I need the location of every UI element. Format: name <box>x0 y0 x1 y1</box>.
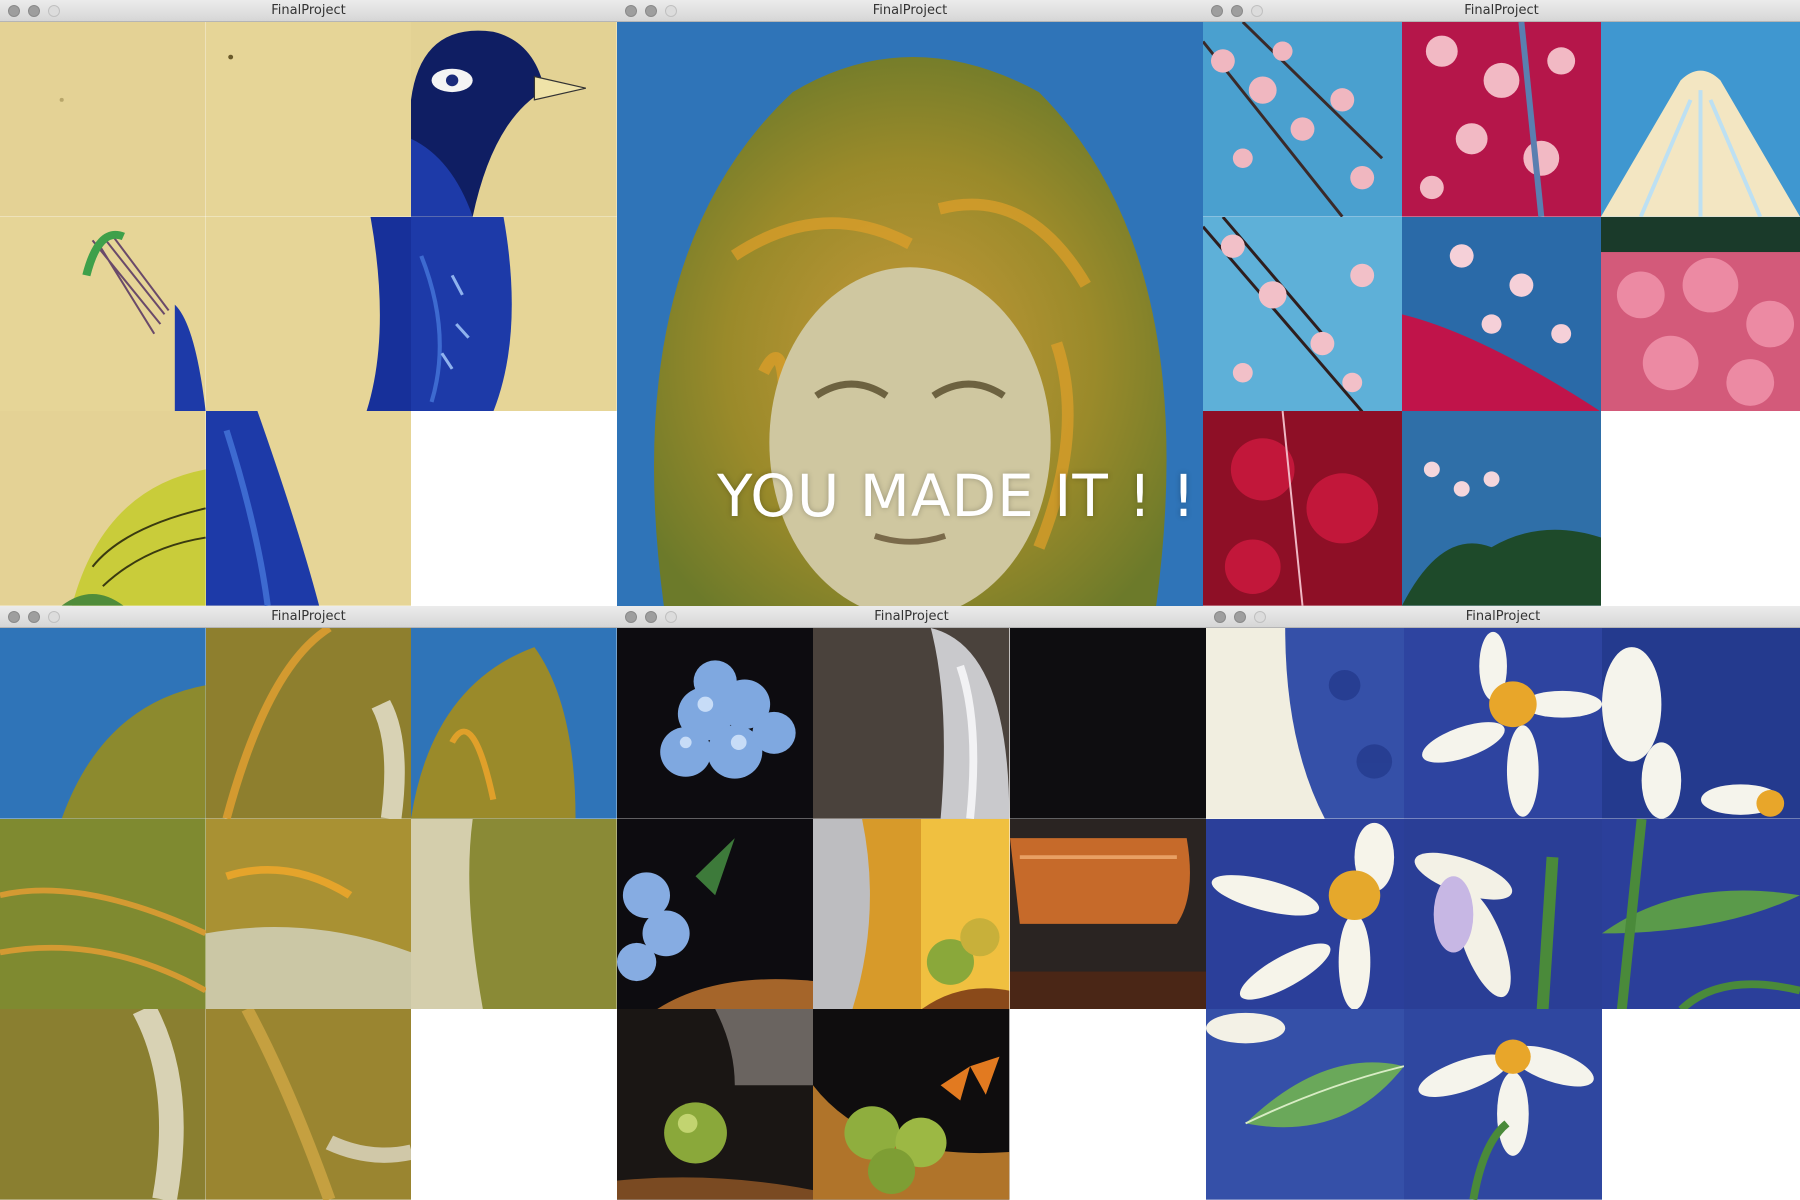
puzzle-tile[interactable] <box>0 22 206 217</box>
window-title: FinalProject <box>271 609 346 624</box>
puzzle-tile[interactable] <box>411 818 617 1010</box>
puzzle-tile[interactable] <box>1404 818 1602 1010</box>
window-title: FinalProject <box>271 3 346 18</box>
puzzle-tile[interactable] <box>0 411 206 606</box>
puzzle-tile[interactable] <box>1203 411 1402 606</box>
puzzle-tile[interactable] <box>1203 22 1402 217</box>
puzzle-tile[interactable] <box>205 216 412 412</box>
empty-slot <box>1602 1009 1800 1200</box>
puzzle-tile[interactable] <box>1402 22 1601 217</box>
title-bar[interactable]: FinalProject <box>617 606 1206 628</box>
solved-image: YOU MADE IT ! ! <box>617 22 1203 606</box>
title-bar[interactable]: FinalProject <box>1203 0 1800 22</box>
puzzle-window-face: FinalProject <box>0 606 617 1200</box>
puzzle-tile[interactable] <box>1203 216 1402 412</box>
window-title: FinalProject <box>872 3 948 18</box>
puzzle-tile[interactable] <box>1009 628 1206 819</box>
puzzle-tile[interactable] <box>205 1009 412 1200</box>
empty-slot <box>411 411 617 606</box>
window-title: FinalProject <box>1465 609 1541 624</box>
title-bar[interactable]: FinalProject <box>617 0 1203 22</box>
puzzle-window-still-life: FinalProject <box>617 606 1206 1200</box>
window-title: FinalProject <box>1464 3 1539 18</box>
puzzle-tile[interactable] <box>0 628 206 819</box>
puzzle-tile[interactable] <box>1206 818 1404 1010</box>
puzzle-tile[interactable] <box>813 818 1010 1010</box>
puzzle-board <box>617 628 1206 1200</box>
puzzle-tile[interactable] <box>205 818 412 1010</box>
puzzle-tile[interactable] <box>0 216 206 412</box>
puzzle-window-face-solved: FinalProject YOU MADE IT ! ! <box>617 0 1203 606</box>
puzzle-tile[interactable] <box>205 628 412 819</box>
puzzle-tile[interactable] <box>1602 628 1800 819</box>
puzzle-tile[interactable] <box>411 22 617 217</box>
puzzle-tile[interactable] <box>0 818 206 1010</box>
puzzle-tile[interactable] <box>617 628 814 819</box>
empty-slot <box>411 1009 617 1200</box>
puzzle-tile[interactable] <box>205 411 412 606</box>
puzzle-tile[interactable] <box>0 1009 206 1200</box>
puzzle-tile[interactable] <box>1404 628 1602 819</box>
puzzle-tile[interactable] <box>813 1009 1010 1200</box>
puzzle-tile[interactable] <box>617 1009 814 1200</box>
puzzle-tile[interactable] <box>617 818 814 1010</box>
title-bar[interactable]: FinalProject <box>1206 606 1800 628</box>
puzzle-tile[interactable] <box>1601 216 1800 412</box>
window-title: FinalProject <box>874 609 949 624</box>
puzzle-tile[interactable] <box>1206 628 1404 819</box>
puzzle-board <box>1206 628 1800 1200</box>
puzzle-tile[interactable] <box>1601 22 1800 217</box>
puzzle-tile[interactable] <box>1206 1009 1404 1200</box>
puzzle-tile[interactable] <box>411 216 617 412</box>
puzzle-tile[interactable] <box>205 22 412 217</box>
empty-slot <box>1601 411 1800 606</box>
empty-slot <box>1009 1009 1206 1200</box>
puzzle-tile[interactable] <box>1404 1009 1602 1200</box>
puzzle-window-peacock: FinalProject <box>0 0 617 606</box>
puzzle-window-cherry-blossoms: FinalProject <box>1203 0 1800 606</box>
title-bar[interactable]: FinalProject <box>0 0 617 22</box>
puzzle-tile[interactable] <box>1402 411 1601 606</box>
win-message: YOU MADE IT ! ! <box>717 462 1197 530</box>
title-bar[interactable]: FinalProject <box>0 606 617 628</box>
puzzle-tile[interactable] <box>411 628 617 819</box>
puzzle-tile[interactable] <box>1402 216 1601 412</box>
puzzle-tile[interactable] <box>1009 818 1206 1010</box>
puzzle-board <box>0 22 617 606</box>
puzzle-board <box>1203 22 1800 606</box>
puzzle-tile[interactable] <box>813 628 1010 819</box>
puzzle-window-daisies: FinalProject <box>1206 606 1800 1200</box>
puzzle-board <box>0 628 617 1200</box>
puzzle-tile[interactable] <box>1602 818 1800 1010</box>
